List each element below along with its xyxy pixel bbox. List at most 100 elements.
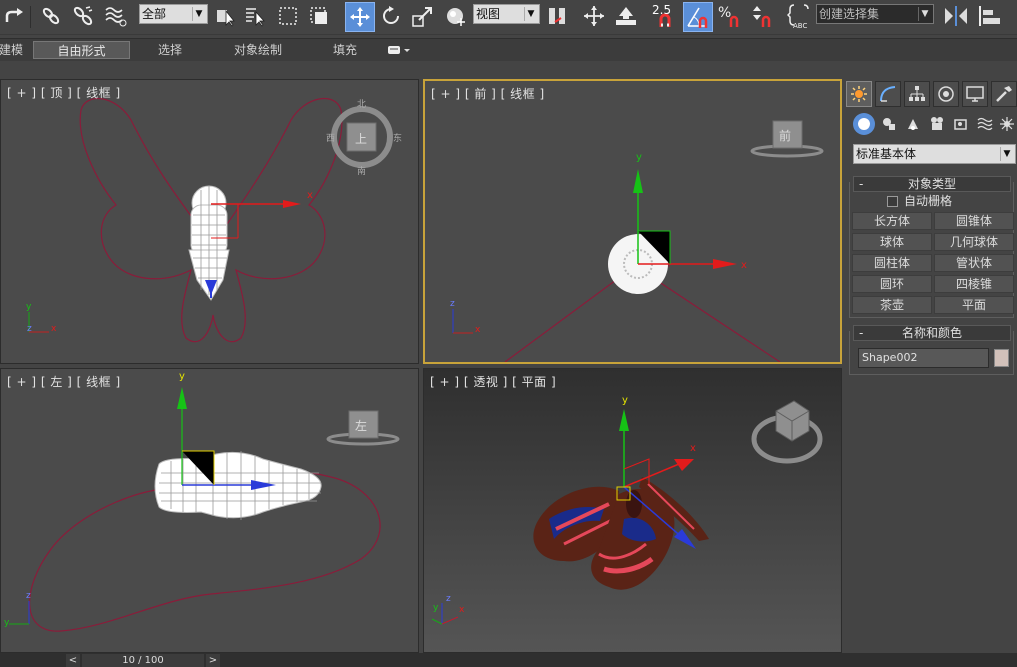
box-button[interactable]: 长方体 <box>852 212 932 230</box>
world-axis-z: z <box>26 591 31 601</box>
ribbon: 建模 自由形式 选择 对象绘制 填充 <box>0 38 1017 62</box>
cylinder-button[interactable]: 圆柱体 <box>852 254 932 272</box>
chevron-down-icon: ▼ <box>192 7 205 21</box>
display-tab-icon[interactable] <box>962 81 988 107</box>
viewcube-face-top[interactable]: 上 <box>355 132 367 146</box>
tab-populate[interactable]: 填充 <box>320 41 370 59</box>
autogrid-checkbox[interactable] <box>887 196 898 207</box>
tab-object-paint[interactable]: 对象绘制 <box>220 41 296 59</box>
pyramid-button[interactable]: 四棱锥 <box>934 275 1014 293</box>
pivot-center-icon[interactable] <box>441 3 469 29</box>
plane-button[interactable]: 平面 <box>934 296 1014 314</box>
viewcube-face-left[interactable]: 左 <box>355 418 367 433</box>
percent-snap-icon[interactable]: % <box>716 3 744 29</box>
left-viewport-scene: y z y 左 <box>4 371 400 632</box>
angle-snap-icon[interactable] <box>683 2 713 32</box>
ribbon-options-button[interactable] <box>386 43 412 57</box>
keyboard-shortcut-icon[interactable] <box>612 3 640 29</box>
compass-east: 东 <box>393 132 402 144</box>
category-dropdown[interactable]: 标准基本体 ▼ <box>853 144 1016 164</box>
pivot-use-icon[interactable] <box>543 3 571 29</box>
viewcube[interactable] <box>751 400 823 464</box>
viewport-label-perspective[interactable]: [ + ] [ 透视 ] [ 平面 ] <box>430 373 556 390</box>
tab-freeform[interactable]: 自由形式 <box>33 41 130 59</box>
gizmo-y-arrowhead <box>619 409 629 431</box>
perspective-viewport-scene: y x z y x <box>431 395 823 625</box>
gizmo-y-label: y <box>636 152 642 163</box>
gizmo-x-label: x <box>741 260 747 271</box>
align-icon[interactable] <box>975 3 1005 29</box>
shapes-icon[interactable] <box>878 113 900 135</box>
move-icon[interactable] <box>345 2 375 32</box>
lights-icon[interactable] <box>902 113 924 135</box>
autogrid-label: 自动栅格 <box>904 194 953 208</box>
redo-icon[interactable] <box>2 3 26 29</box>
world-axis-y: y <box>433 603 439 613</box>
geometry-icon[interactable] <box>853 113 875 135</box>
compass-west: 西 <box>326 133 335 144</box>
torus-button[interactable]: 圆环 <box>852 275 932 293</box>
mirror-icon[interactable] <box>941 3 971 29</box>
world-axis-y: y <box>26 302 32 312</box>
object-color-swatch[interactable] <box>994 349 1009 367</box>
gizmo-x-label: x <box>307 190 313 201</box>
select-by-name-icon[interactable] <box>242 3 268 29</box>
cone-button[interactable]: 圆锥体 <box>934 212 1014 230</box>
next-frame-button[interactable]: > <box>206 654 220 667</box>
sphere-button[interactable]: 球体 <box>852 233 932 251</box>
world-axis-z: z <box>446 594 451 604</box>
snap-icon[interactable]: 2.5 <box>650 3 680 29</box>
prev-frame-button[interactable]: < <box>66 654 80 667</box>
viewport-label-left[interactable]: [ + ] [ 左 ] [ 线框 ] <box>7 373 121 390</box>
spacewarps-icon[interactable] <box>974 113 996 135</box>
chevron-down-icon: ▼ <box>524 7 537 21</box>
selection-filter-dropdown[interactable]: 全部 ▼ <box>139 4 208 24</box>
named-selection-dropdown[interactable]: 创建选择集 ▼ <box>816 4 934 24</box>
edit-named-selection-icon[interactable]: ABC <box>786 3 812 29</box>
link-icon[interactable] <box>38 3 64 29</box>
cameras-icon[interactable] <box>926 113 948 135</box>
motion-tab-icon[interactable] <box>933 81 959 107</box>
viewcube-face-front[interactable]: 前 <box>779 128 791 143</box>
spinner-snap-icon[interactable] <box>748 3 776 29</box>
utilities-tab-icon[interactable] <box>991 81 1017 107</box>
hierarchy-tab-icon[interactable] <box>904 81 930 107</box>
chevron-down-icon: ▼ <box>918 7 931 21</box>
object-name-input[interactable]: Shape002 <box>858 348 989 368</box>
teapot-button[interactable]: 茶壶 <box>852 296 932 314</box>
main-toolbar: 全部 ▼ 视图 ▼ 2.5 % ABC 创建选择集 ▼ <box>0 0 1017 35</box>
viewport-front[interactable]: y x z x 前 [ + ] [ 前 ] [ 线框 ] <box>423 79 842 364</box>
front-viewport-scene: y x z x 前 <box>450 120 824 362</box>
manipulate-icon[interactable] <box>580 3 608 29</box>
rotate-icon[interactable] <box>378 3 404 29</box>
bind-spacewarp-icon[interactable] <box>102 3 130 29</box>
viewport-label-front[interactable]: [ + ] [ 前 ] [ 线框 ] <box>431 85 545 102</box>
modify-tab-icon[interactable] <box>875 81 901 107</box>
scale-icon[interactable] <box>409 3 437 29</box>
select-object-icon[interactable] <box>212 3 238 29</box>
svg-text:ABC: ABC <box>793 22 807 29</box>
tab-selection[interactable]: 选择 <box>140 41 200 59</box>
rect-region-icon[interactable] <box>275 3 301 29</box>
frame-indicator[interactable]: 10 / 100 <box>82 654 204 667</box>
viewport-left[interactable]: y z y 左 [ + ] [ 左 ] [ 线框 ] <box>0 368 419 653</box>
viewport-perspective[interactable]: y x z y x [ + ] [ 透视 ] [ 平面 ] <box>423 368 842 653</box>
world-axis-x: x <box>51 324 57 334</box>
create-tab-icon[interactable] <box>846 81 872 107</box>
world-axis-z: z <box>450 299 455 309</box>
ribbon-panel <box>0 61 1017 77</box>
helpers-icon[interactable] <box>950 113 972 135</box>
gizmo-y-label: y <box>622 395 628 406</box>
category-value: 标准基本体 <box>856 147 917 161</box>
ref-coord-dropdown[interactable]: 视图 ▼ <box>473 4 540 24</box>
viewport-top[interactable]: x y z x 上 北 南 东 西 [ + ] [ 顶 ] [ 线框 ] <box>0 79 419 364</box>
geosphere-button[interactable]: 几何球体 <box>934 233 1014 251</box>
unlink-icon[interactable] <box>70 3 96 29</box>
tab-modeling[interactable]: 建模 <box>0 41 28 59</box>
world-axis-z: z <box>27 324 32 334</box>
window-crossing-icon[interactable] <box>306 3 332 29</box>
tube-button[interactable]: 管状体 <box>934 254 1014 272</box>
systems-icon[interactable] <box>996 113 1017 135</box>
viewport-label-top[interactable]: [ + ] [ 顶 ] [ 线框 ] <box>7 84 121 101</box>
named-selection-value: 创建选择集 <box>819 7 880 21</box>
